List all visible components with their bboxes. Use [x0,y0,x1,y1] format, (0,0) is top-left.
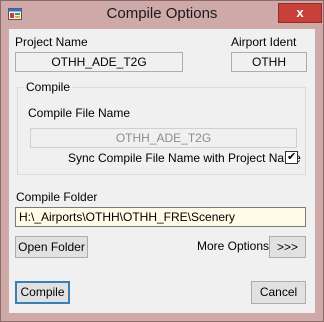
project-name-field: OTHH_ADE_T2G [15,52,183,72]
airport-ident-field: OTHH [231,52,307,72]
compile-group-title: Compile [24,80,73,94]
more-options-button[interactable]: >>> [269,236,306,258]
sync-checkbox-label[interactable]: Sync Compile File Name with Project Name [68,151,301,165]
compile-folder-label: Compile Folder [16,190,98,204]
open-folder-button[interactable]: Open Folder [15,236,88,258]
compile-groupbox: Compile Compile File Name OTHH_ADE_T2G S… [17,80,306,175]
compile-button[interactable]: Compile [15,281,70,304]
sync-checkbox[interactable]: ✔ [285,150,298,164]
cancel-button[interactable]: Cancel [251,281,306,304]
project-name-label: Project Name [15,35,88,49]
compile-options-window: Compile Options x Project Name OTHH_ADE_… [0,0,324,322]
more-options-label: More Options [197,239,270,253]
airport-ident-label: Airport Ident [231,35,297,49]
compile-file-name-label: Compile File Name [28,106,131,120]
dialog-body: Project Name OTHH_ADE_T2G Airport Ident … [9,29,315,313]
close-button[interactable]: x [278,3,322,23]
compile-folder-input[interactable]: H:\_Airports\OTHH\OTHH_FRE\Scenery [15,207,306,227]
window-title: Compile Options [106,5,218,22]
checkmark-icon: ✔ [287,150,297,163]
compile-file-name-field: OTHH_ADE_T2G [30,128,297,148]
title-bar[interactable]: Compile Options x [2,2,322,28]
